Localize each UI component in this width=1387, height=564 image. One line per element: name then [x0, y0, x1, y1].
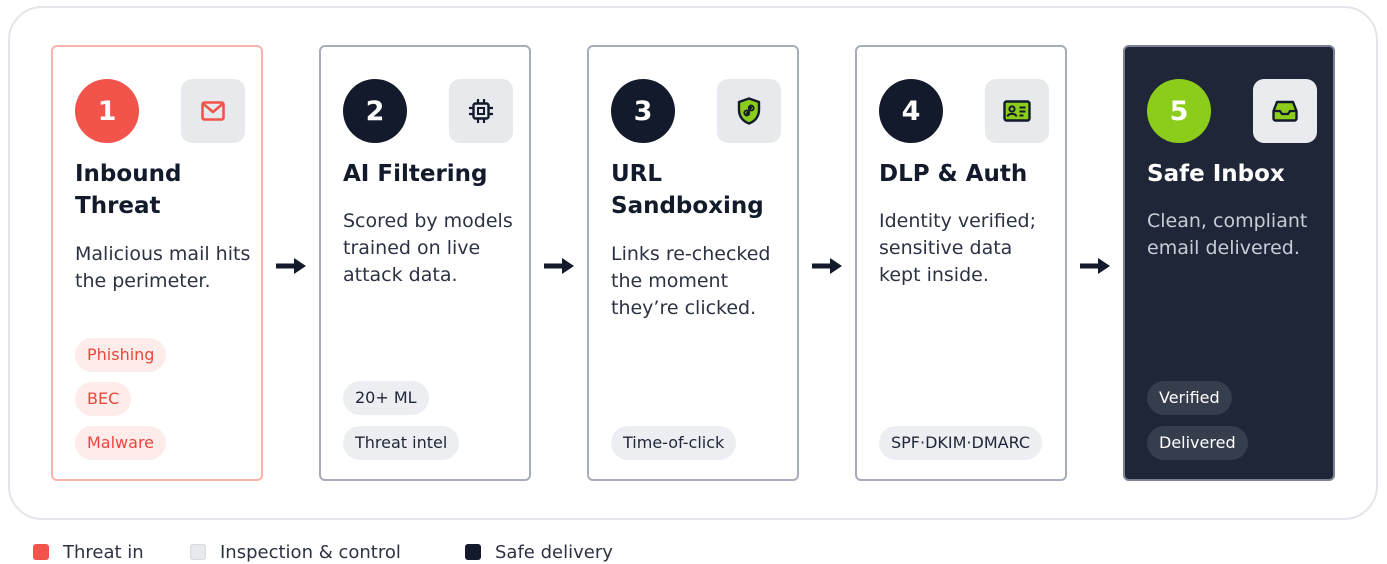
step-title: Inbound Threat — [75, 161, 182, 219]
tag-badge: SPF·DKIM·DMARC — [879, 426, 1043, 460]
shield-link-icon — [717, 79, 781, 143]
legend-item-safe-delivery: Safe delivery — [465, 540, 613, 564]
envelope-icon — [181, 79, 245, 143]
legend-swatch — [33, 544, 49, 560]
flow-arrow-icon — [276, 258, 306, 274]
step-title: Safe Inbox — [1147, 161, 1285, 187]
step-description: Identity verified; sensitive data kept i… — [879, 210, 1037, 286]
tag-badge: BEC — [75, 382, 132, 416]
tag-badge: 20+ ML — [343, 381, 429, 415]
step-number-badge: 3 — [611, 79, 675, 143]
legend-item-inspection: Inspection & control — [190, 540, 401, 564]
step-title: AI Filtering — [343, 161, 488, 187]
chip-icon — [449, 79, 513, 143]
tag-badge: Malware — [75, 426, 167, 460]
step-number-badge: 1 — [75, 79, 139, 143]
legend-item-threat-in: Threat in — [33, 540, 144, 564]
flow-arrow-icon — [544, 258, 574, 274]
step-card-inbound-threat: 1 Inbound Threat Malicious mail hits the… — [51, 45, 263, 481]
step-description: Scored by models trained on live attack … — [343, 210, 513, 286]
step-number-badge: 2 — [343, 79, 407, 143]
legend-swatch — [190, 544, 206, 560]
step-title: DLP & Auth — [879, 161, 1028, 187]
step-number-badge: 4 — [879, 79, 943, 143]
inbox-icon — [1253, 79, 1317, 143]
tag-badge: Threat intel — [343, 426, 460, 460]
legend-label: Safe delivery — [495, 541, 613, 563]
tag-badge: Delivered — [1147, 426, 1248, 460]
step-card-safe-inbox: 5 Safe Inbox Clean, compliant email deli… — [1123, 45, 1335, 481]
legend-label: Threat in — [63, 541, 144, 563]
step-title: URL Sandboxing — [611, 161, 764, 219]
id-card-icon — [985, 79, 1049, 143]
step-description: Malicious mail hits the perimeter. — [75, 243, 251, 292]
step-description: Clean, compliant email delivered. — [1147, 210, 1308, 259]
tag-badge: Time-of-click — [611, 426, 737, 460]
legend-swatch — [465, 544, 481, 560]
step-card-url-sandboxing: 3 URL Sandboxing Links re-checked the mo… — [587, 45, 799, 481]
step-description: Links re-checked the moment they’re clic… — [611, 243, 771, 319]
legend-label: Inspection & control — [220, 541, 401, 563]
flow-arrow-icon — [1080, 258, 1110, 274]
tag-badge: Verified — [1147, 381, 1232, 415]
flow-arrow-icon — [812, 258, 842, 274]
tag-badge: Phishing — [75, 338, 167, 372]
step-card-ai-filtering: 2 AI Filtering Scored by models trained … — [319, 45, 531, 481]
step-card-dlp-auth: 4 DLP & Auth Identity verified; sensitiv… — [855, 45, 1067, 481]
step-number-badge: 5 — [1147, 79, 1211, 143]
